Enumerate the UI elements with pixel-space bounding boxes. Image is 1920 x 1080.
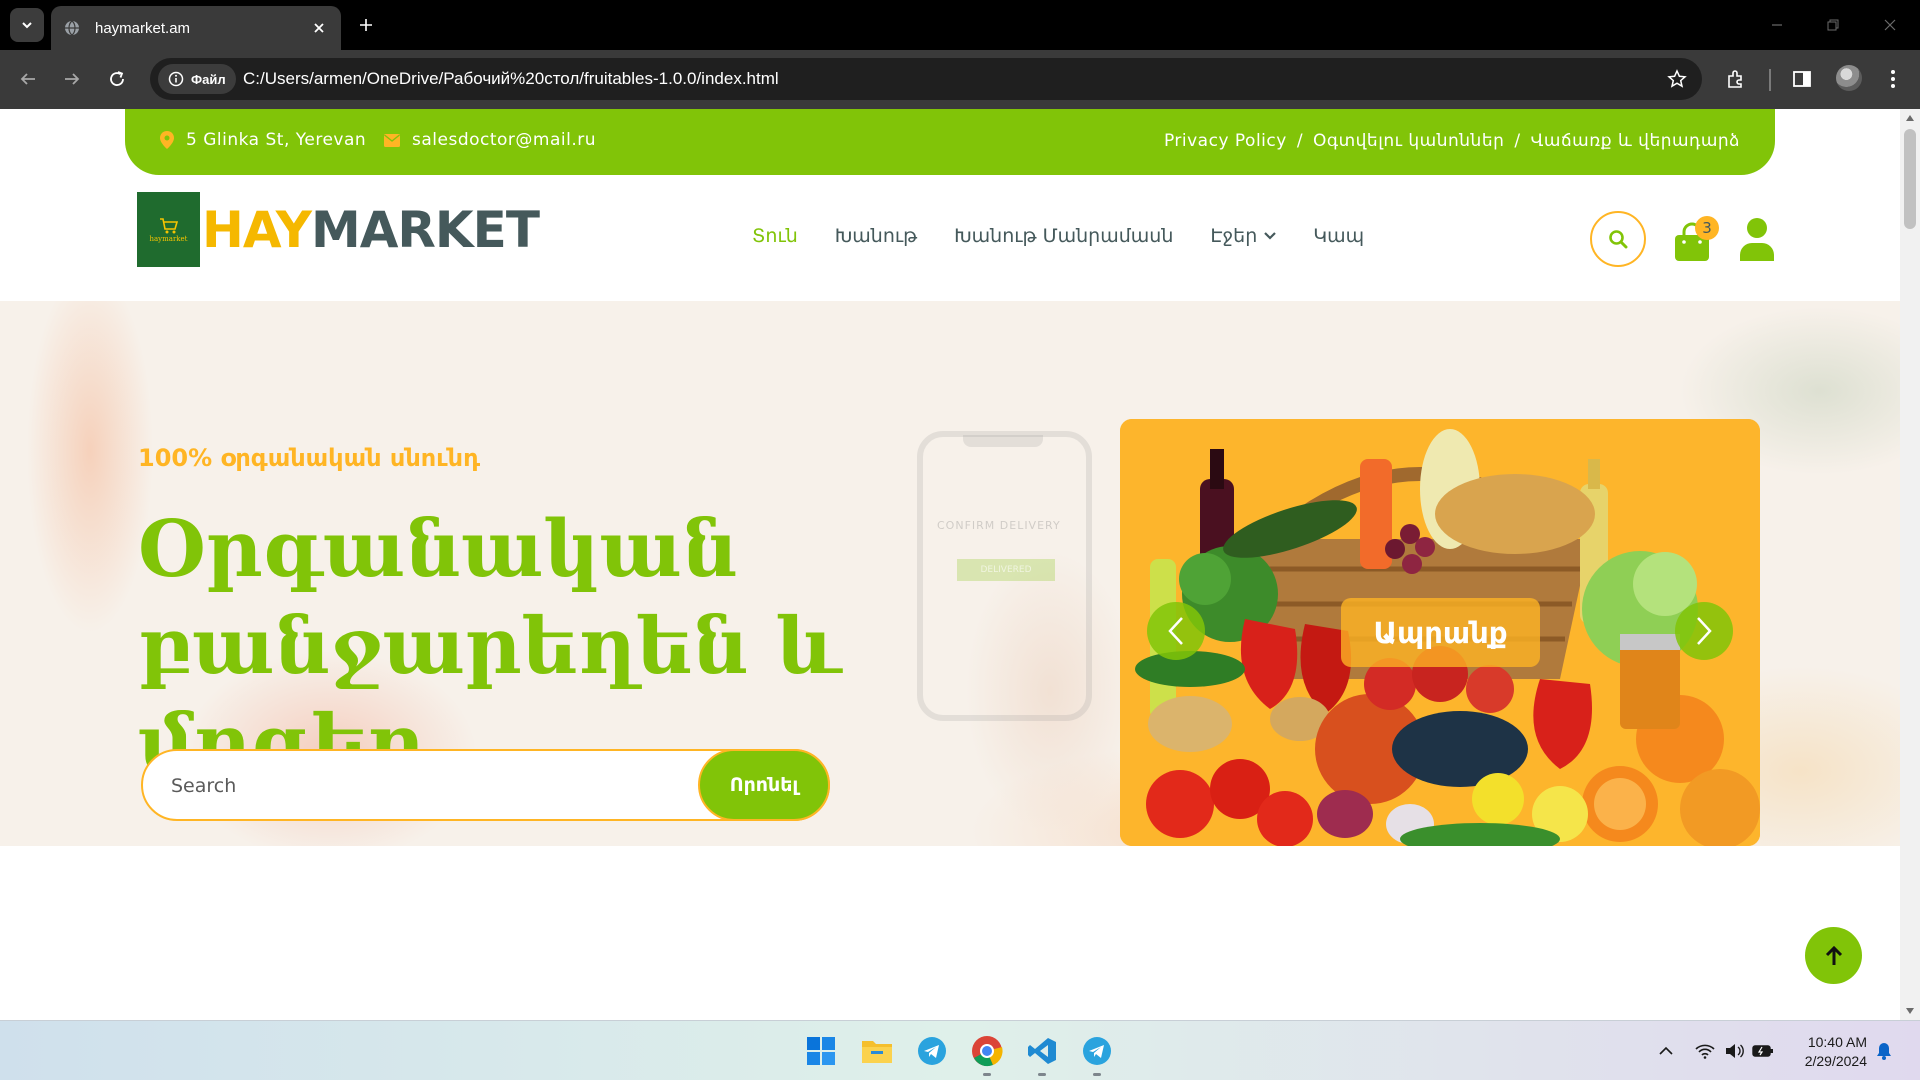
sales-refunds-link[interactable]: Վաճառք և վերադարձ [1531, 131, 1740, 151]
chevron-down-icon [22, 22, 32, 29]
vscode-icon[interactable] [1023, 1032, 1061, 1076]
chevron-left-icon [1168, 617, 1183, 645]
url-text: C:/Users/armen/OneDrive/Рабочий%20стол/f… [243, 69, 779, 88]
toolbar-divider [1769, 69, 1771, 91]
shopping-cart-icon [159, 217, 178, 233]
brand-name-hay: HAY [202, 200, 312, 259]
product-carousel: Ապրանք [1120, 419, 1760, 846]
side-panel-icon[interactable] [1786, 63, 1818, 95]
hero-section: CONFIRM DELIVERY DELIVERED 100% օրգանակա… [0, 301, 1900, 846]
nav-item-shop[interactable]: Խանութ [835, 225, 917, 247]
nav-item-shop-detail[interactable]: Խանութ Մանրամասն [954, 225, 1173, 247]
scroll-down-arrow-icon[interactable] [1905, 1006, 1915, 1016]
address-info: 5 Glinka St, Yerevan [160, 130, 366, 150]
site-info-chip[interactable]: Файл [158, 64, 236, 94]
back-arrow-icon[interactable] [12, 63, 44, 95]
system-clock[interactable]: 10:40 AM 2/29/2024 [1793, 1033, 1867, 1071]
more-menu-icon[interactable] [1877, 63, 1909, 95]
notification-bell-icon[interactable] [1873, 1040, 1895, 1062]
forward-arrow-icon[interactable] [56, 63, 88, 95]
nav-item-contact[interactable]: Կապ [1313, 225, 1364, 247]
running-indicator [1093, 1073, 1101, 1076]
page-scrollbar[interactable] [1900, 109, 1920, 1020]
user-account-button[interactable] [1738, 217, 1776, 261]
new-tab-icon[interactable] [354, 13, 378, 37]
hero-search-input[interactable] [171, 769, 671, 803]
scrollbar-thumb[interactable] [1904, 129, 1916, 229]
address-bar[interactable]: Файл C:/Users/armen/OneDrive/Рабочий%20с… [150, 58, 1702, 100]
tab-title: haymarket.am [95, 19, 191, 37]
link-separator: / [1296, 131, 1304, 151]
envelope-icon [384, 133, 400, 147]
search-button[interactable] [1590, 211, 1646, 267]
running-indicator [1038, 1073, 1046, 1076]
show-hidden-icons-icon[interactable] [1655, 1040, 1677, 1062]
chevron-down-icon [1264, 232, 1277, 240]
bookmark-star-icon[interactable] [1666, 68, 1688, 90]
back-to-top-button[interactable] [1805, 927, 1862, 984]
user-icon [1740, 218, 1774, 261]
nav-menu: Տուն Խանութ Խանութ Մանրամասն Էջեր Կապ [752, 225, 1401, 247]
address-text: 5 Glinka St, Yerevan [186, 130, 367, 150]
cart-count-badge: 3 [1695, 216, 1719, 240]
hero-subtitle: 100% օրգանական սնունդ [138, 444, 481, 472]
email-info: salesdoctor@mail.ru [384, 130, 596, 150]
browser-tab[interactable]: haymarket.am [51, 6, 341, 50]
file-explorer-icon[interactable] [858, 1032, 896, 1070]
brand-logo[interactable]: haymarket HAYMARKET [137, 192, 540, 267]
main-navbar: haymarket HAYMARKET Տուն Խանութ Խանութ Մ… [0, 175, 1900, 301]
logo-badge-text: haymarket [149, 234, 188, 243]
terms-of-use-link[interactable]: Օգտվելու կանոններ [1313, 131, 1504, 151]
reload-icon[interactable] [101, 63, 133, 95]
search-icon [1609, 230, 1628, 249]
chrome-icon[interactable] [968, 1032, 1006, 1076]
running-indicator [983, 1073, 991, 1076]
extensions-icon[interactable] [1720, 63, 1752, 95]
nav-item-home[interactable]: Տուն [752, 225, 798, 247]
arrow-up-icon [1825, 945, 1842, 965]
top-info-bar: 5 Glinka St, Yerevan salesdoctor@mail.ru… [125, 109, 1775, 175]
scroll-up-arrow-icon[interactable] [1905, 113, 1915, 123]
brand-name: HAYMARKET [202, 200, 540, 259]
start-icon[interactable] [802, 1032, 840, 1070]
hero-search-button[interactable]: Որոնել [698, 749, 830, 821]
telegram-icon[interactable] [1078, 1032, 1116, 1076]
brand-name-market: MARKET [310, 200, 540, 259]
privacy-policy-link[interactable]: Privacy Policy [1164, 131, 1287, 151]
browser-tab-strip: haymarket.am [0, 0, 1920, 50]
nav-item-pages-label: Էջեր [1210, 225, 1258, 247]
site-chip-label: Файл [191, 71, 226, 87]
close-window-icon[interactable] [1877, 12, 1903, 38]
wifi-icon[interactable] [1694, 1040, 1716, 1062]
tab-search-button[interactable] [10, 8, 44, 42]
location-pin-icon [160, 131, 174, 149]
windows-taskbar: 10:40 AM 2/29/2024 [0, 1020, 1920, 1080]
profile-avatar[interactable] [1836, 65, 1862, 91]
chevron-right-icon [1697, 617, 1712, 645]
info-icon [168, 71, 184, 87]
hero-search-form: Որոնել [141, 749, 830, 821]
globe-icon [63, 19, 81, 37]
nav-item-pages[interactable]: Էջեր [1210, 225, 1277, 247]
volume-icon[interactable] [1723, 1040, 1745, 1062]
close-tab-icon[interactable] [309, 18, 329, 38]
cart-button[interactable]: 3 [1673, 216, 1719, 262]
minimize-icon[interactable] [1764, 12, 1790, 38]
restore-icon[interactable] [1820, 12, 1846, 38]
phone-notch [963, 435, 1043, 447]
logo-badge: haymarket [137, 192, 200, 267]
browser-toolbar: Файл C:/Users/armen/OneDrive/Рабочий%20с… [0, 50, 1920, 109]
carousel-next-button[interactable] [1675, 602, 1733, 660]
carousel-prev-button[interactable] [1147, 602, 1205, 660]
link-separator: / [1514, 131, 1521, 151]
topbar-links: Privacy Policy / Օգտվելու կանոններ / Վաճ… [1164, 131, 1740, 151]
page-viewport: 5 Glinka St, Yerevan salesdoctor@mail.ru… [0, 109, 1920, 1020]
carousel-caption[interactable]: Ապրանք [1341, 598, 1540, 667]
email-text[interactable]: salesdoctor@mail.ru [412, 130, 596, 150]
clock-time: 10:40 AM [1807, 1034, 1867, 1050]
telegram-icon[interactable] [913, 1032, 951, 1070]
battery-icon[interactable] [1752, 1040, 1774, 1062]
clock-date: 2/29/2024 [1804, 1053, 1867, 1069]
